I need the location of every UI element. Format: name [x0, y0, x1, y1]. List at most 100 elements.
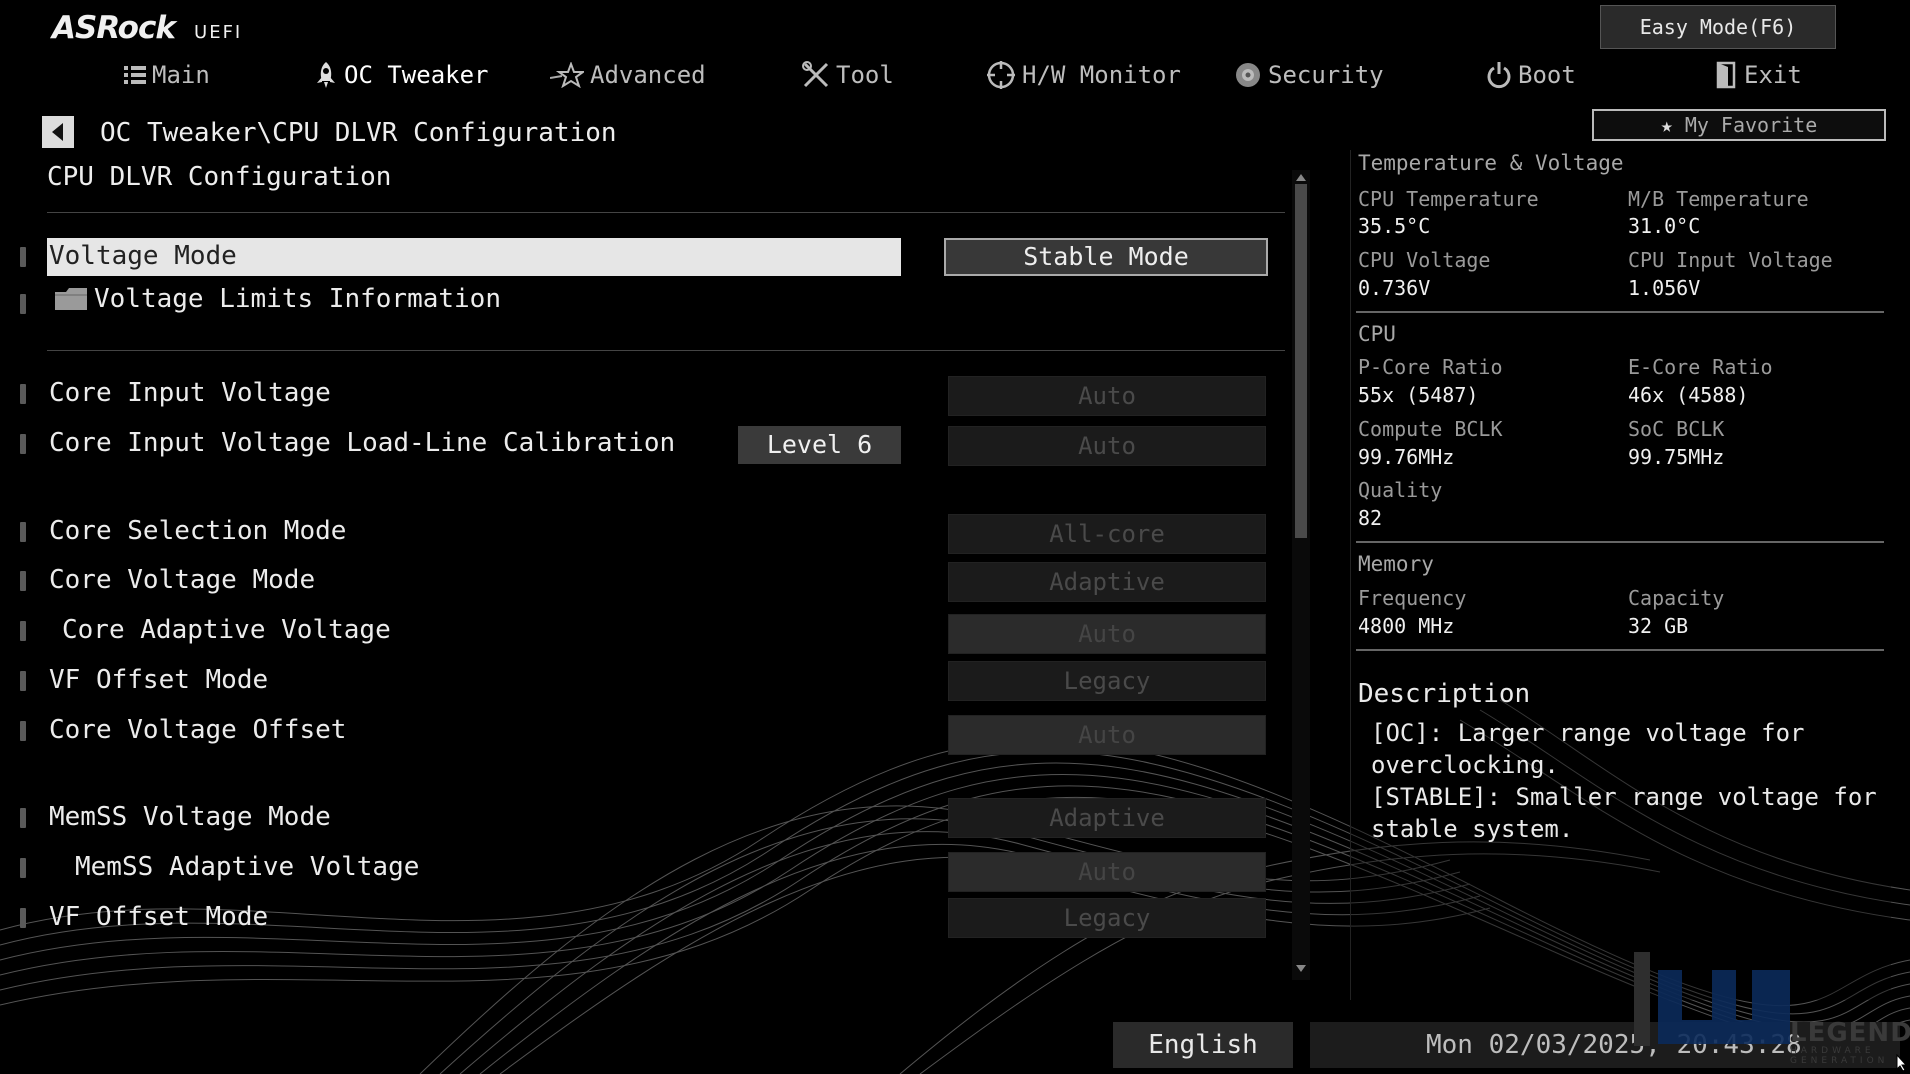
info-divider [1356, 311, 1884, 313]
cpu-input-voltage-value: 1.056V [1628, 276, 1701, 300]
watermark-logo [1634, 952, 1790, 1046]
divider [47, 212, 1285, 213]
tab-tool[interactable]: Tool [802, 58, 894, 92]
description-line: overclocking. [1371, 751, 1559, 779]
watermark-subtext: HARDWARE GENERATION [1790, 1046, 1889, 1066]
quality-label: Quality [1358, 478, 1443, 502]
setting-label: Voltage Mode [49, 241, 237, 271]
info-divider [1356, 649, 1884, 651]
tab-hw-monitor-label: H/W Monitor [1022, 61, 1181, 89]
row-marker [20, 621, 26, 641]
row-marker [20, 571, 26, 591]
core-voltage-mode-value[interactable]: Adaptive [948, 562, 1266, 602]
core-input-llc-value[interactable]: Auto [948, 426, 1266, 466]
core-selection-mode-value[interactable]: All-core [948, 514, 1266, 554]
llc-level-badge: Level 6 [738, 426, 901, 464]
voltage-mode-value[interactable]: Stable Mode [944, 238, 1268, 276]
description-title: Description [1358, 679, 1531, 709]
setting-vf-offset-mode-memss[interactable]: VF Offset Mode [49, 902, 268, 932]
capacity-label: Capacity [1628, 586, 1725, 610]
row-marker [20, 384, 26, 404]
tab-security[interactable]: Security [1234, 58, 1384, 92]
tab-advanced[interactable]: Advanced [550, 58, 706, 92]
core-adaptive-voltage-value[interactable]: Auto [948, 614, 1266, 654]
soc-bclk-label: SoC BCLK [1628, 417, 1725, 441]
description-line: stable system. [1371, 815, 1574, 843]
compute-bclk-label: Compute BCLK [1358, 417, 1503, 441]
setting-memss-adaptive-voltage[interactable]: MemSS Adaptive Voltage [75, 852, 419, 882]
shield-icon [1236, 63, 1260, 87]
row-marker [20, 522, 26, 542]
easy-mode-button[interactable]: Easy Mode(F6) [1600, 5, 1836, 49]
back-arrow-icon [52, 123, 63, 141]
row-marker [20, 247, 26, 267]
tab-oc-tweaker-label: OC Tweaker [344, 61, 489, 89]
cpu-voltage-label: CPU Voltage [1358, 248, 1491, 272]
setting-core-selection-mode[interactable]: Core Selection Mode [49, 516, 346, 546]
star-icon [550, 62, 584, 88]
cpu-input-voltage-label: CPU Input Voltage [1628, 248, 1833, 272]
my-favorite-button[interactable]: ★ My Favorite [1592, 109, 1886, 141]
soc-bclk-value: 99.75MHz [1628, 445, 1725, 469]
star-icon: ★ [1660, 113, 1673, 137]
tab-exit-label: Exit [1744, 61, 1802, 89]
mouse-cursor-icon [1896, 1054, 1908, 1072]
scroll-down-icon[interactable] [1295, 964, 1307, 974]
brand-name: ASRock [52, 10, 176, 46]
vf-offset-mode-value[interactable]: Legacy [948, 661, 1266, 701]
scrollbar-thumb[interactable] [1295, 184, 1307, 538]
memory-heading: Memory [1358, 552, 1434, 576]
mb-temp-value: 31.0°C [1628, 214, 1701, 238]
setting-vf-offset-mode[interactable]: VF Offset Mode [49, 665, 268, 695]
memss-voltage-mode-value[interactable]: Adaptive [948, 798, 1266, 838]
row-marker [20, 721, 26, 741]
compute-bclk-value: 99.76MHz [1358, 445, 1455, 469]
pcore-ratio-value: 55x (5487) [1358, 383, 1479, 407]
setting-core-voltage-offset[interactable]: Core Voltage Offset [49, 715, 346, 745]
tab-boot[interactable]: Boot [1486, 58, 1576, 92]
cpu-voltage-value: 0.736V [1358, 276, 1431, 300]
row-marker [20, 434, 26, 454]
tab-security-label: Security [1268, 61, 1384, 89]
setting-core-adaptive-voltage[interactable]: Core Adaptive Voltage [62, 615, 391, 645]
uefi-label: UEFI [194, 22, 243, 43]
row-marker [20, 294, 26, 314]
setting-core-input-voltage[interactable]: Core Input Voltage [49, 378, 331, 408]
page-title: CPU DLVR Configuration [47, 162, 392, 192]
mb-temp-label: M/B Temperature [1628, 187, 1809, 211]
tab-main[interactable]: Main [124, 58, 210, 92]
cpu-temp-label: CPU Temperature [1358, 187, 1539, 211]
tab-main-label: Main [152, 61, 210, 89]
setting-voltage-mode[interactable]: Voltage Mode [47, 238, 901, 276]
setting-core-input-llc[interactable]: Core Input Voltage Load-Line Calibration [49, 428, 675, 458]
setting-memss-voltage-mode[interactable]: MemSS Voltage Mode [49, 802, 331, 832]
tab-hw-monitor[interactable]: H/W Monitor [986, 58, 1181, 92]
tab-boot-label: Boot [1518, 61, 1576, 89]
temp-voltage-heading: Temperature & Voltage [1358, 151, 1624, 175]
ecore-ratio-label: E-Core Ratio [1628, 355, 1773, 379]
description-line: [STABLE]: Smaller range voltage for [1371, 783, 1877, 811]
setting-core-voltage-mode[interactable]: Core Voltage Mode [49, 565, 315, 595]
back-button[interactable] [42, 116, 74, 148]
watermark-text: LEGEND [1790, 1018, 1910, 1048]
memss-adaptive-voltage-value[interactable]: Auto [948, 852, 1266, 892]
capacity-value: 32 GB [1628, 614, 1689, 638]
language-button[interactable]: English [1113, 1022, 1293, 1068]
vf-offset-mode-memss-value[interactable]: Legacy [948, 898, 1266, 938]
tab-oc-tweaker[interactable]: OC Tweaker [314, 58, 489, 92]
core-voltage-offset-value[interactable]: Auto [948, 715, 1266, 755]
frequency-label: Frequency [1358, 586, 1467, 610]
tab-advanced-label: Advanced [590, 61, 706, 89]
row-marker [20, 908, 26, 928]
ecore-ratio-value: 46x (4588) [1628, 383, 1749, 407]
description-line: [OC]: Larger range voltage for [1371, 719, 1805, 747]
voltage-limits-info-link[interactable]: Voltage Limits Information [54, 284, 501, 314]
scroll-up-icon[interactable] [1295, 172, 1307, 182]
row-marker [20, 671, 26, 691]
rocket-icon [317, 62, 335, 88]
asrock-logo: ASRock UEFI [52, 10, 242, 46]
core-input-voltage-value[interactable]: Auto [948, 376, 1266, 416]
tab-exit[interactable]: Exit [1716, 58, 1802, 92]
exit-icon [1716, 61, 1736, 89]
tools-icon [802, 61, 829, 88]
